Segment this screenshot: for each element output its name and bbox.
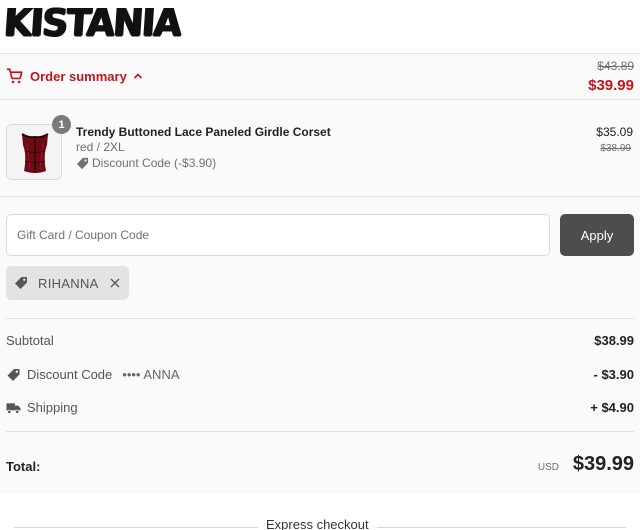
divider — [6, 318, 634, 319]
shipping-value: + $4.90 — [590, 400, 634, 415]
discount-label: Discount Code — [27, 367, 113, 382]
tag-icon — [15, 277, 27, 289]
discount-value: - $3.90 — [593, 367, 634, 382]
chevron-up-icon — [133, 73, 142, 79]
original-total: $43.89 — [597, 59, 634, 73]
product-discount: Discount Code (-$3.90) — [76, 156, 216, 170]
cart-icon — [6, 68, 23, 84]
subtotal-value: $38.99 — [594, 333, 634, 348]
applied-code-label: RIHANNA — [38, 275, 99, 291]
summary-total: $39.99 — [588, 77, 634, 94]
close-icon[interactable] — [109, 277, 121, 289]
order-summary-toggle[interactable]: Order summary — [6, 67, 143, 85]
shipping-row: Shipping + $4.90 — [6, 400, 634, 420]
discount-row: Discount Code •••• ANNA - $3.90 — [6, 367, 634, 387]
tag-icon — [76, 157, 89, 169]
header: KISTANIA — [0, 0, 640, 54]
order-summary-bar[interactable]: Order summary $43.89 $39.99 — [0, 54, 640, 100]
product-variant: red / 2XL — [76, 140, 125, 154]
product-thumbnail — [6, 124, 62, 180]
discount-code-masked: •••• ANNA — [122, 367, 180, 382]
subtotal-label: Subtotal — [6, 333, 54, 348]
brand-logo[interactable]: KISTANIA — [3, 2, 182, 45]
total-value: $39.99 — [572, 453, 634, 475]
total-label: Total: — [6, 459, 41, 474]
applied-code-chip: RIHANNA — [6, 266, 129, 300]
product-compare-price: $38.99 — [600, 143, 631, 154]
product-discount-text: Discount Code (-$3.90) — [92, 156, 217, 170]
quantity-badge: 1 — [52, 115, 71, 134]
truck-icon — [6, 402, 21, 414]
total-currency: USD — [537, 462, 559, 473]
divider — [6, 431, 634, 432]
apply-button[interactable]: Apply — [560, 214, 634, 256]
order-summary-label: Order summary — [30, 68, 127, 84]
product-price: $35.09 — [596, 125, 633, 139]
product-title: Trendy Buttoned Lace Paneled Girdle Cors… — [76, 125, 331, 139]
shipping-label: Shipping — [27, 400, 78, 415]
corset-image — [7, 125, 61, 179]
coupon-input[interactable] — [6, 214, 550, 256]
express-checkout-section: Express checkout — [0, 494, 640, 530]
line-item: Trendy Buttoned Lace Paneled Girdle Cors… — [0, 100, 640, 197]
express-checkout-heading: Express checkout — [258, 517, 377, 530]
subtotal-row: Subtotal $38.99 — [6, 333, 634, 353]
tag-icon — [7, 368, 20, 381]
